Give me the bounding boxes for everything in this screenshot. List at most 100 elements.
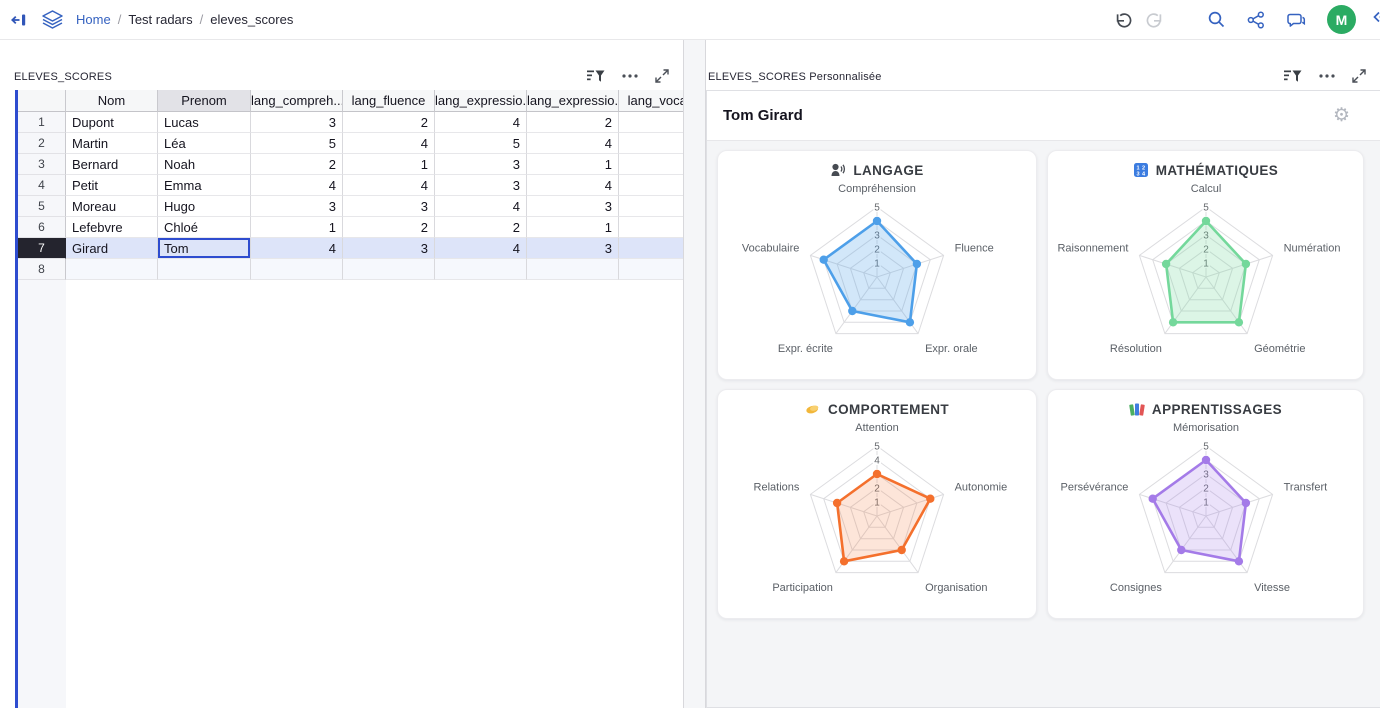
breadcrumb-workspace[interactable]: Test radars [128, 12, 192, 27]
cell[interactable]: Hugo [158, 196, 251, 217]
cell[interactable] [251, 259, 343, 280]
right-panel-toggle-icon[interactable] [1372, 9, 1380, 30]
cell[interactable]: 1 [527, 154, 619, 175]
cell[interactable]: Bernard [66, 154, 158, 175]
cell[interactable]: 2 [343, 217, 435, 238]
cell[interactable]: Martin [66, 133, 158, 154]
column-header-lang-vocabu[interactable]: lang_vocabu [619, 90, 683, 112]
filter-icon[interactable] [1284, 69, 1302, 83]
expand-section-icon[interactable] [655, 69, 669, 83]
gear-icon[interactable]: ⚙ [1333, 106, 1350, 125]
svg-text:Relations: Relations [754, 481, 800, 493]
cell[interactable]: Moreau [66, 196, 158, 217]
cell[interactable]: 4 [527, 175, 619, 196]
cell[interactable]: 2 [435, 217, 527, 238]
cell[interactable] [619, 238, 683, 259]
column-header-nom[interactable]: Nom [66, 90, 158, 112]
select-all-corner[interactable] [18, 90, 66, 112]
cell[interactable]: 1 [527, 217, 619, 238]
cell[interactable]: 2 [343, 112, 435, 133]
column-header-lang-expressio-[interactable]: lang_expressio... [435, 90, 527, 112]
row-number[interactable]: 5 [18, 196, 66, 217]
breadcrumb-page[interactable]: eleves_scores [210, 12, 293, 27]
cell[interactable] [619, 175, 683, 196]
cell[interactable]: 4 [343, 175, 435, 196]
column-header-prenom[interactable]: Prenom [158, 90, 251, 112]
topbar-actions: M [1113, 5, 1380, 34]
cell[interactable]: 4 [251, 238, 343, 259]
radar-card-books: APPRENTISSAGES12345MémorisationTransfert… [1047, 389, 1364, 619]
filter-icon[interactable] [587, 69, 605, 83]
share-icon[interactable] [1247, 11, 1265, 29]
column-header-lang-compreh-[interactable]: lang_compreh... [251, 90, 343, 112]
section-menu-icon[interactable] [622, 74, 638, 78]
cell[interactable] [343, 259, 435, 280]
cell[interactable]: Léa [158, 133, 251, 154]
cell[interactable]: 3 [251, 196, 343, 217]
table-section-title: ELEVES_SCORES [14, 71, 571, 83]
cell[interactable]: Noah [158, 154, 251, 175]
column-header-lang-fluence[interactable]: lang_fluence [343, 90, 435, 112]
cell[interactable]: 3 [435, 175, 527, 196]
section-menu-icon[interactable] [1319, 74, 1335, 78]
row-number[interactable]: 4 [18, 175, 66, 196]
cell[interactable]: 3 [343, 238, 435, 259]
comments-icon[interactable] [1286, 11, 1306, 29]
cell[interactable]: 4 [343, 133, 435, 154]
row-number[interactable]: 8 [18, 259, 66, 280]
cell[interactable] [619, 112, 683, 133]
cell[interactable]: 4 [527, 133, 619, 154]
cell[interactable] [435, 259, 527, 280]
row-number[interactable]: 3 [18, 154, 66, 175]
cell[interactable] [619, 133, 683, 154]
redo-icon[interactable] [1146, 11, 1165, 29]
cell[interactable]: 4 [251, 175, 343, 196]
cell[interactable] [158, 259, 251, 280]
row-number[interactable]: 2 [18, 133, 66, 154]
table-row: 7GirardTom4343 [18, 238, 683, 259]
active-cell[interactable]: Tom [158, 238, 251, 259]
cell[interactable] [619, 196, 683, 217]
cell[interactable]: 2 [251, 154, 343, 175]
cell[interactable] [619, 259, 683, 280]
chart-title-text: LANGAGE [853, 163, 923, 178]
cell[interactable]: 3 [527, 196, 619, 217]
cell[interactable] [66, 259, 158, 280]
cell[interactable]: 2 [527, 112, 619, 133]
breadcrumb-home-link[interactable]: Home [76, 12, 111, 27]
doc-layers-icon[interactable] [41, 10, 64, 29]
cell[interactable]: Girard [66, 238, 158, 259]
row-number[interactable]: 6 [18, 217, 66, 238]
cell[interactable] [619, 217, 683, 238]
cell[interactable]: 3 [527, 238, 619, 259]
cell[interactable]: Lefebvre [66, 217, 158, 238]
chart-title: COMPORTEMENT [805, 401, 949, 417]
cell[interactable]: Chloé [158, 217, 251, 238]
row-number[interactable]: 7 [18, 238, 66, 259]
cell[interactable]: 4 [435, 112, 527, 133]
search-icon[interactable] [1207, 10, 1226, 29]
svg-text:Consignes: Consignes [1109, 582, 1161, 594]
cell[interactable]: Lucas [158, 112, 251, 133]
cell[interactable]: Petit [66, 175, 158, 196]
cell[interactable] [619, 154, 683, 175]
cell[interactable]: 3 [251, 112, 343, 133]
avatar[interactable]: M [1327, 5, 1356, 34]
cell[interactable]: 1 [251, 217, 343, 238]
row-number[interactable]: 1 [18, 112, 66, 133]
column-header-lang-expressio-[interactable]: lang_expressio... [527, 90, 619, 112]
hide-left-panel-icon[interactable] [10, 12, 27, 28]
expand-section-icon[interactable] [1352, 69, 1366, 83]
cell[interactable]: 5 [251, 133, 343, 154]
cell[interactable]: 4 [435, 196, 527, 217]
cell[interactable]: 4 [435, 238, 527, 259]
cell[interactable]: Dupont [66, 112, 158, 133]
cell[interactable]: 5 [435, 133, 527, 154]
charts-grid: LANGAGE12345CompréhensionFluenceExpr. or… [707, 141, 1380, 707]
cell[interactable]: Emma [158, 175, 251, 196]
cell[interactable]: 3 [343, 196, 435, 217]
undo-icon[interactable] [1113, 11, 1132, 29]
cell[interactable]: 3 [435, 154, 527, 175]
cell[interactable] [527, 259, 619, 280]
cell[interactable]: 1 [343, 154, 435, 175]
